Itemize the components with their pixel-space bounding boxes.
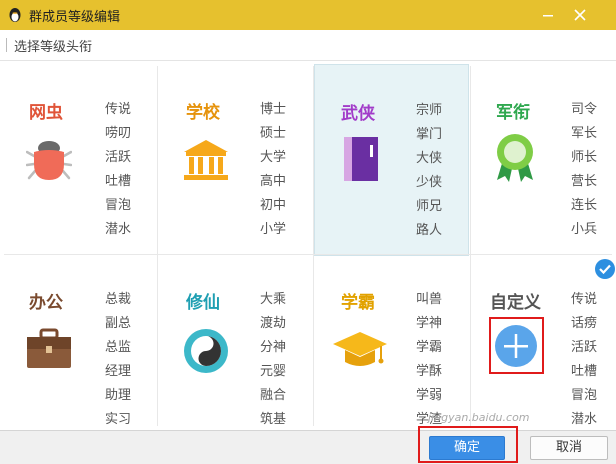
category-title: 网虫 (29, 103, 63, 123)
level-item: 总裁 (105, 292, 132, 307)
level-item: 学酥 (416, 364, 443, 379)
level-item: 营长 (571, 174, 598, 189)
level-item: 师兄 (416, 199, 443, 214)
level-item: 潜水 (571, 412, 598, 427)
level-item: 军长 (571, 126, 598, 141)
grid-divider (157, 66, 158, 426)
level-item: 司令 (571, 102, 598, 117)
level-item: 吐槽 (571, 364, 598, 379)
level-item: 唠叨 (105, 126, 132, 141)
level-item: 活跃 (571, 340, 598, 355)
level-item: 大侠 (416, 151, 443, 166)
level-item: 活跃 (105, 150, 132, 165)
briefcase-icon (27, 328, 71, 368)
level-item: 硕士 (260, 126, 287, 141)
graduation-cap-icon (333, 332, 387, 366)
category-xueba[interactable]: 学霸 叫兽 学神 学霸 学酥 学弱 学渣 (314, 254, 468, 430)
category-title: 学校 (186, 103, 220, 123)
level-item: 元婴 (260, 364, 287, 379)
category-bangong[interactable]: 办公 总裁 副总 总监 经理 助理 实习 (0, 254, 154, 430)
category-title: 修仙 (186, 293, 220, 313)
level-item: 筑基 (260, 412, 287, 427)
book-icon (344, 137, 378, 181)
level-item: 冒泡 (105, 198, 132, 213)
category-title: 武侠 (341, 104, 375, 124)
category-title: 军衔 (496, 103, 530, 123)
level-item: 学弱 (416, 388, 443, 403)
subheader-label: 选择等级头衔 (14, 40, 93, 55)
category-title: 自定义 (490, 293, 541, 313)
level-item: 吐槽 (105, 174, 132, 189)
minimize-icon[interactable] (537, 0, 559, 30)
level-item: 融合 (260, 388, 287, 403)
footer: 确定 取消 (0, 430, 616, 464)
level-category-grid: 网虫 传说 唠叨 活跃 吐槽 冒泡 潜水 学校 博士 硕士 大学 高中 初中 小… (0, 62, 616, 430)
level-list: 宗师 掌门 大侠 少侠 师兄 路人 (416, 99, 442, 243)
level-list: 传说 唠叨 活跃 吐槽 冒泡 潜水 (105, 98, 131, 242)
level-item: 少侠 (416, 175, 443, 190)
level-item: 传说 (571, 292, 598, 307)
category-title: 学霸 (341, 293, 375, 313)
level-item: 高中 (260, 174, 287, 189)
level-item: 助理 (105, 388, 132, 403)
level-list: 司令 军长 师长 营长 连长 小兵 (571, 98, 597, 242)
level-item: 实习 (105, 412, 132, 427)
level-item: 潜水 (105, 222, 132, 237)
subheader: 选择等级头衔 (0, 30, 616, 61)
level-item: 宗师 (416, 103, 443, 118)
level-list: 传说 话痨 活跃 吐槽 冒泡 潜水 (571, 288, 597, 432)
grid-divider (470, 66, 471, 426)
highlight-box (418, 426, 518, 463)
level-item: 渡劫 (260, 316, 287, 331)
level-item: 路人 (416, 223, 443, 238)
category-wangchong[interactable]: 网虫 传说 唠叨 活跃 吐槽 冒泡 潜水 (0, 62, 154, 252)
category-xuexiao[interactable]: 学校 博士 硕士 大学 高中 初中 小学 (158, 62, 312, 252)
yin-yang-icon (184, 329, 228, 373)
level-item: 叫兽 (416, 292, 443, 307)
level-item: 传说 (105, 102, 132, 117)
level-item: 掌门 (416, 127, 443, 142)
level-item: 副总 (105, 316, 132, 331)
level-item: 师长 (571, 150, 598, 165)
level-item: 总监 (105, 340, 132, 355)
category-title: 办公 (29, 293, 63, 313)
category-junxian[interactable]: 军衔 司令 军长 师长 营长 连长 小兵 (471, 62, 616, 252)
subheader-divider (6, 38, 7, 52)
close-icon[interactable] (569, 0, 591, 30)
window-title: 群成员等级编辑 (29, 10, 121, 25)
level-item: 分神 (260, 340, 287, 355)
level-item: 学霸 (416, 340, 443, 355)
highlight-box (489, 317, 544, 374)
school-building-icon (184, 140, 228, 180)
category-xiuxian[interactable]: 修仙 大乘 渡劫 分神 元婴 融合 筑基 (158, 254, 312, 430)
level-item: 经理 (105, 364, 132, 379)
watermark: jingyan.baidu.com (428, 411, 530, 424)
level-list: 博士 硕士 大学 高中 初中 小学 (260, 98, 286, 242)
level-item: 学神 (416, 316, 443, 331)
level-list: 大乘 渡劫 分神 元婴 融合 筑基 (260, 288, 286, 432)
level-item: 冒泡 (571, 388, 598, 403)
category-wuxia[interactable]: 武侠 宗师 掌门 大侠 少侠 师兄 路人 (314, 64, 469, 256)
level-item: 大乘 (260, 292, 287, 307)
medal-icon (497, 134, 533, 182)
level-item: 大学 (260, 150, 287, 165)
title-bar: 群成员等级编辑 (0, 0, 616, 30)
level-item: 初中 (260, 198, 287, 213)
level-item: 话痨 (571, 316, 598, 331)
grid-divider (4, 254, 612, 255)
level-list: 总裁 副总 总监 经理 助理 实习 (105, 288, 131, 432)
cancel-button[interactable]: 取消 (530, 436, 608, 460)
qq-penguin-icon (9, 8, 21, 22)
level-item: 连长 (571, 198, 598, 213)
selected-check-icon (595, 259, 615, 279)
level-item: 博士 (260, 102, 287, 117)
level-item: 小兵 (571, 222, 598, 237)
grid-divider (313, 66, 314, 426)
bug-icon (26, 141, 72, 180)
level-item: 小学 (260, 222, 287, 237)
